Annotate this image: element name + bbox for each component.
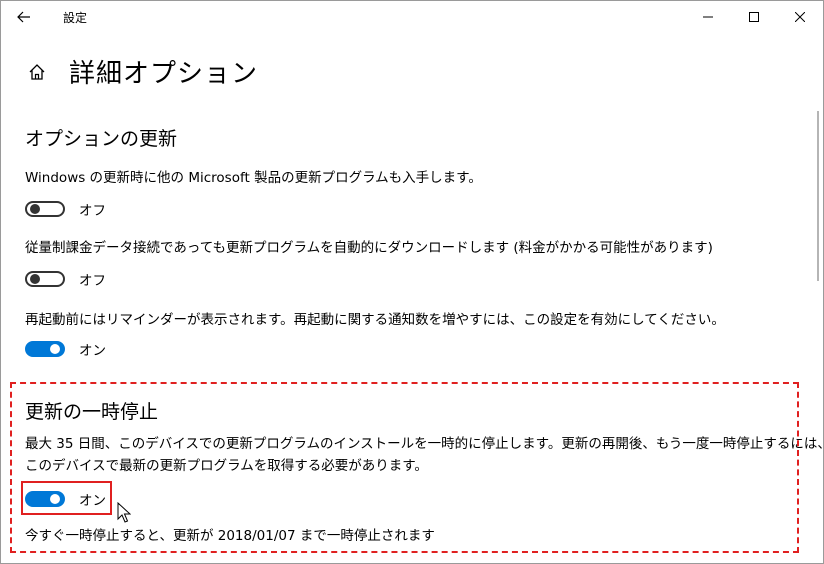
maximize-icon	[749, 12, 759, 22]
toggle-switch[interactable]	[25, 341, 65, 357]
option-description: 従量制課金データ接続であっても更新プログラムを自動的にダウンロードします (料金…	[25, 240, 713, 256]
home-icon	[29, 63, 45, 80]
toggle-knob	[30, 204, 40, 214]
annotation-highlight-box	[21, 481, 112, 515]
settings-window: 設定 詳細オプション オプションの更新 Windows の更新時に他の Micr…	[0, 0, 824, 564]
minimize-button[interactable]	[685, 1, 731, 33]
toggle-other-products: オフ	[25, 199, 106, 219]
close-button[interactable]	[777, 1, 823, 33]
toggle-knob	[30, 274, 40, 284]
toggle-state-label: オフ	[79, 203, 106, 219]
annotation-dashed-box	[10, 382, 799, 553]
title-bar: 設定	[1, 1, 823, 33]
toggle-state-label: オフ	[79, 273, 106, 289]
option-description: Windows の更新時に他の Microsoft 製品の更新プログラムも入手し…	[25, 170, 482, 186]
update-options-heading: オプションの更新	[25, 128, 178, 150]
toggle-switch[interactable]	[25, 201, 65, 217]
maximize-button[interactable]	[731, 1, 777, 33]
page-header: 詳細オプション	[25, 53, 258, 90]
window-controls	[685, 1, 823, 33]
home-button[interactable]	[25, 60, 49, 84]
toggle-knob	[50, 344, 60, 354]
toggle-state-label: オン	[79, 343, 106, 359]
mouse-cursor-icon	[117, 502, 131, 523]
arrow-left-icon	[17, 11, 30, 23]
page-title: 詳細オプション	[69, 59, 259, 89]
close-icon	[795, 12, 805, 22]
toggle-metered-download: オフ	[25, 269, 106, 289]
option-description: 再起動前にはリマインダーが表示されます。再起動に関する通知数を増やすには、この設…	[25, 312, 725, 328]
back-button[interactable]	[1, 1, 47, 33]
minimize-icon	[703, 16, 713, 18]
scrollbar[interactable]	[817, 111, 819, 281]
toggle-restart-reminder: オン	[25, 339, 106, 359]
toggle-switch[interactable]	[25, 271, 65, 287]
window-title: 設定	[63, 10, 88, 25]
